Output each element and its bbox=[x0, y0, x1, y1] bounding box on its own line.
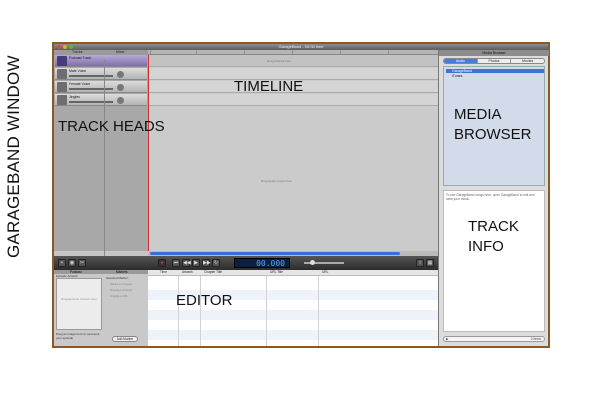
editor-sidebar: Podcast Markers Episode Artwork Drag Epi… bbox=[54, 270, 148, 346]
go-to-start-button[interactable]: ⏮ bbox=[172, 259, 180, 267]
track-heads: Podcast Track Male Voice Female Voice Ji… bbox=[54, 55, 148, 256]
episode-artwork-well[interactable]: Drag Episode Artwork here bbox=[56, 278, 102, 330]
media-browser-annotation: MEDIA BROWSER bbox=[454, 105, 532, 145]
artwork-drop-hint: Drag an image here to represent your epi… bbox=[56, 332, 100, 340]
record-button[interactable]: ● bbox=[158, 259, 166, 267]
markers-table-header: Time Artwork Chapter Title URL Title URL bbox=[148, 270, 438, 276]
scissors-icon[interactable]: ✂ bbox=[78, 259, 86, 267]
media-search-field[interactable]: ▶ 0 items bbox=[443, 336, 545, 342]
artwork-hint: Drag Artwork here bbox=[267, 59, 292, 63]
microphone-icon bbox=[57, 56, 67, 66]
media-browser-title: Media Browser bbox=[439, 50, 549, 56]
timeline-annotation: TIMELINE bbox=[234, 78, 304, 95]
media-browser-annotation-line1: MEDIA bbox=[454, 106, 502, 123]
editor-pane: Podcast Markers Episode Artwork Drag Epi… bbox=[54, 270, 438, 346]
track-name: Male Voice bbox=[69, 69, 87, 73]
voice-icon bbox=[57, 69, 67, 79]
keyboard-icon bbox=[57, 95, 67, 105]
slider-knob[interactable] bbox=[310, 260, 315, 265]
column-url[interactable]: URL bbox=[322, 270, 328, 274]
voice-icon bbox=[57, 82, 67, 92]
marks-chapter-checkbox[interactable]: Marks a Chapter bbox=[110, 282, 132, 286]
track-info-text: To use GarageBand songs here, open Garag… bbox=[446, 193, 535, 201]
media-browser: Media Browser Audio Photos Movies Garage… bbox=[438, 50, 549, 346]
column-artwork[interactable]: Artwork bbox=[182, 270, 193, 274]
info-icon[interactable]: i bbox=[416, 259, 424, 267]
cycle-button[interactable]: ↻ bbox=[212, 259, 220, 267]
transport-bar: + ◉ ✂ ● ⏮ ◀◀ ▶ ▶▶ ↻ 00.000 i ▦ bbox=[54, 256, 438, 270]
list-item-garageband[interactable]: GarageBand bbox=[446, 69, 544, 73]
scrollbar-thumb[interactable] bbox=[150, 252, 400, 255]
master-volume-slider[interactable] bbox=[304, 260, 344, 265]
drop-loops-hint: Drag Apple Loops here bbox=[261, 179, 292, 183]
main-area: Tracks Mixer | | | | | | Podcast Track M… bbox=[54, 50, 439, 346]
track-name: Female Voice bbox=[69, 82, 91, 86]
tab-movies[interactable]: Movies bbox=[511, 59, 544, 63]
garageband-window-label: GARAGEBAND WINDOW bbox=[4, 55, 23, 258]
time-display[interactable]: 00.000 bbox=[234, 258, 290, 268]
tab-audio[interactable]: Audio bbox=[444, 59, 478, 63]
stage: { "annotations": { "side_label": "GARAGE… bbox=[0, 0, 600, 400]
track-heads-annotation: TRACK HEADS bbox=[58, 118, 165, 135]
column-divider bbox=[318, 270, 319, 346]
editor-annotation: EDITOR bbox=[176, 292, 233, 309]
column-time[interactable]: Time bbox=[160, 270, 167, 274]
artwork-lane[interactable]: Drag Artwork here bbox=[149, 55, 439, 67]
media-browser-icon[interactable]: ▦ bbox=[426, 259, 434, 267]
media-tabs: Audio Photos Movies bbox=[443, 58, 545, 64]
item-count: 0 items bbox=[530, 337, 541, 341]
table-row[interactable] bbox=[148, 330, 438, 340]
tracks-header-label: Tracks bbox=[72, 50, 83, 54]
track-info-annotation-line1: TRACK bbox=[468, 218, 519, 235]
track-info-pane: To use GarageBand songs here, open Garag… bbox=[443, 190, 545, 332]
fast-forward-button[interactable]: ▶▶ bbox=[202, 259, 211, 267]
play-button[interactable]: ▶ bbox=[192, 259, 200, 267]
garageband-window: GarageBand - 00:00 time Tracks Mixer | |… bbox=[52, 42, 550, 348]
column-url-title[interactable]: URL Title bbox=[270, 270, 283, 274]
selected-marker-label: Selected Marker: bbox=[106, 276, 129, 280]
column-chapter-title[interactable]: Chapter Title bbox=[204, 270, 222, 274]
list-item-itunes[interactable]: iTunes bbox=[446, 74, 544, 78]
add-marker-button[interactable]: Add Marker bbox=[112, 336, 138, 342]
track-info-annotation: TRACK INFO bbox=[468, 217, 519, 257]
tab-photos[interactable]: Photos bbox=[477, 59, 512, 63]
play-icon[interactable]: ▶ bbox=[446, 337, 448, 341]
episode-artwork-hint: Drag Episode Artwork here bbox=[61, 297, 97, 301]
track-name: Podcast Track bbox=[69, 56, 92, 60]
markers-header: Markers bbox=[116, 270, 128, 274]
column-divider bbox=[266, 270, 267, 346]
track-lane[interactable] bbox=[149, 94, 439, 106]
table-row[interactable] bbox=[148, 310, 438, 320]
mixer-column bbox=[104, 60, 148, 256]
editor-toggle-icon[interactable]: ◉ bbox=[68, 259, 76, 267]
mixer-header-label: Mixer bbox=[116, 50, 125, 54]
track-info-annotation-line2: INFO bbox=[468, 238, 504, 255]
displays-artwork-checkbox[interactable]: Displays Artwork bbox=[110, 288, 132, 292]
media-source-list[interactable]: GarageBand iTunes MEDIA BROWSER bbox=[443, 66, 545, 186]
add-track-icon[interactable]: + bbox=[58, 259, 66, 267]
displays-url-checkbox[interactable]: Displays URL bbox=[110, 294, 128, 298]
media-browser-annotation-line2: BROWSER bbox=[454, 126, 532, 143]
rewind-button[interactable]: ◀◀ bbox=[182, 259, 191, 267]
track-name: Jingles bbox=[69, 95, 80, 99]
